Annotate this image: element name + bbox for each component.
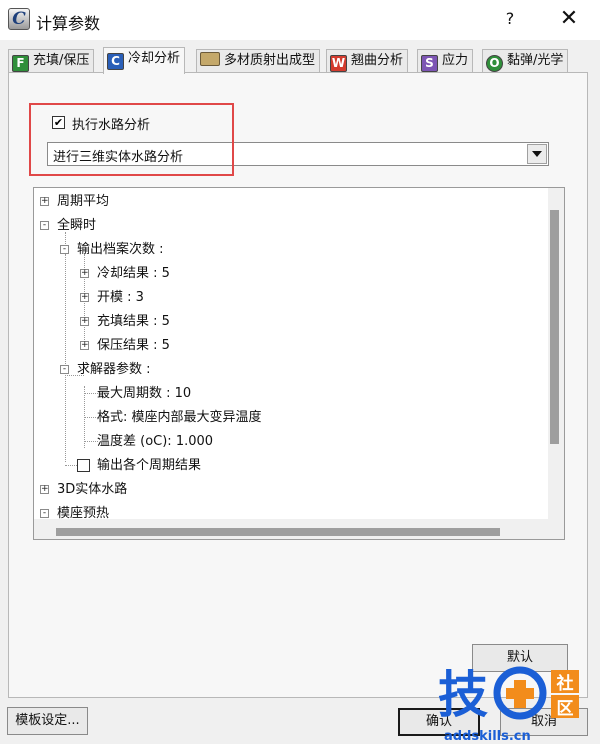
window-title: 计算参数 — [36, 14, 101, 33]
warpage-icon: W — [330, 55, 347, 72]
watermark-logo: 技 社 区 addskills.cn — [438, 666, 579, 744]
multi-material-icon — [200, 52, 220, 66]
expand-icon[interactable]: + — [40, 485, 49, 494]
watermark-plus-icon — [506, 688, 534, 699]
highlight-box — [29, 103, 234, 176]
expand-icon[interactable]: + — [80, 317, 89, 326]
output-each-cycle-checkbox[interactable] — [77, 459, 90, 472]
expand-icon[interactable]: + — [80, 341, 89, 350]
tab-stress[interactable]: S 应力 — [417, 49, 474, 73]
dropdown-button[interactable] — [527, 144, 547, 164]
tree-line — [65, 465, 77, 466]
watermark-side-bottom: 区 — [557, 699, 574, 719]
collapse-icon[interactable]: - — [60, 365, 69, 374]
tab-warpage[interactable]: W 翘曲分析 — [326, 49, 409, 73]
parameter-tree: + 周期平均 - 全瞬时 - 输出档案次数 : + 冷却结果 : 5 + 开模 … — [33, 187, 565, 540]
template-settings-button[interactable]: 模板设定... — [7, 707, 88, 735]
title-bar: C 计算参数 ? ✕ — [0, 0, 600, 40]
help-button[interactable]: ? — [498, 7, 522, 31]
tree-line — [84, 417, 98, 418]
watermark-side-top: 社 — [556, 673, 574, 694]
collapse-icon[interactable]: - — [40, 509, 49, 518]
expand-icon[interactable]: + — [80, 269, 89, 278]
tab-strip: F 充填/保压 C 冷却分析 多材质射出成型 W 翘曲分析 S 应力 O 黏弹/光学 — [8, 47, 582, 74]
collapse-icon[interactable]: - — [40, 221, 49, 230]
watermark-main-char: 技 — [438, 666, 488, 724]
tree-line — [65, 254, 66, 462]
scroll-corner — [548, 519, 564, 539]
horizontal-scroll-thumb[interactable] — [56, 528, 500, 536]
app-icon: C — [8, 8, 30, 30]
cooling-icon: C — [107, 53, 124, 70]
tab-multi-material[interactable]: 多材质射出成型 — [196, 49, 321, 73]
tree-line — [84, 441, 98, 442]
close-button[interactable]: ✕ — [556, 7, 582, 33]
watermark-url: addskills.cn — [444, 729, 531, 744]
expand-icon[interactable]: + — [40, 197, 49, 206]
tree-line — [84, 393, 98, 394]
optical-icon: O — [486, 55, 503, 72]
vertical-scroll-thumb[interactable] — [550, 210, 559, 444]
tab-filling-packing[interactable]: F 充填/保压 — [8, 49, 95, 73]
filling-icon: F — [12, 55, 29, 72]
tab-cooling[interactable]: C 冷却分析 — [103, 47, 186, 74]
collapse-icon[interactable]: - — [60, 245, 69, 254]
tab-viscoelastic-optical[interactable]: O 黏弹/光学 — [482, 49, 569, 73]
chevron-down-icon — [532, 151, 542, 157]
stress-icon: S — [421, 55, 438, 72]
expand-icon[interactable]: + — [80, 293, 89, 302]
